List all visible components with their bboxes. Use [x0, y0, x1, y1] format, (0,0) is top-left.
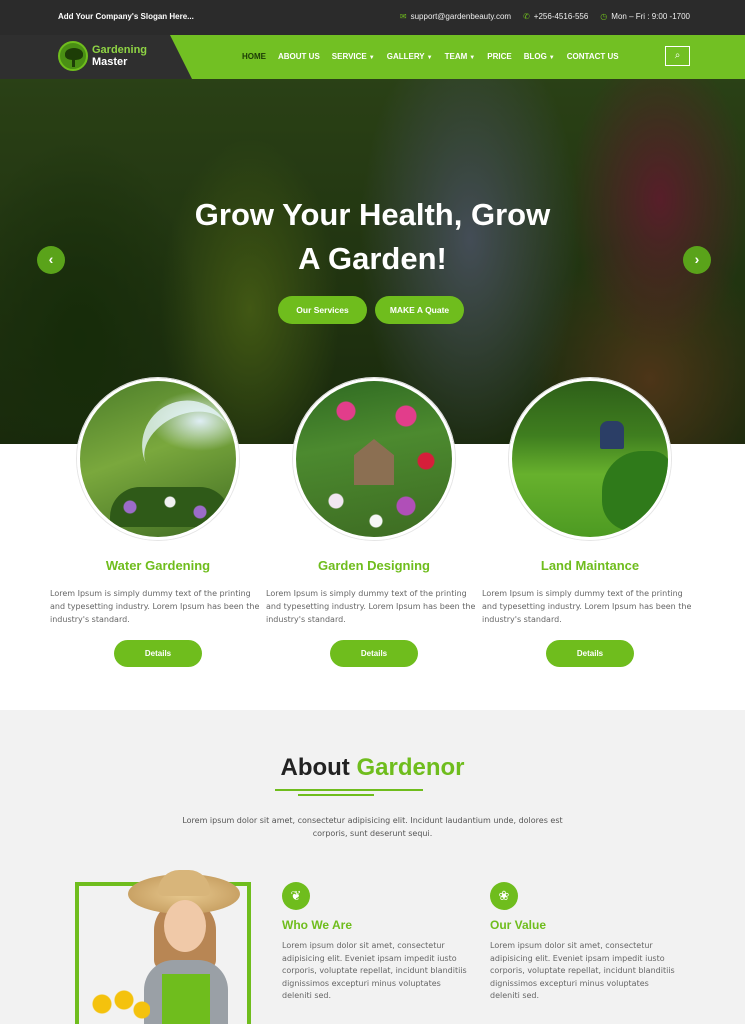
hours-text: Mon – Fri : 9:00 -1700 [611, 12, 690, 21]
email-text: support@gardenbeauty.com [410, 12, 512, 21]
chevron-left-icon: ‹ [48, 251, 54, 267]
details-button[interactable]: Details [330, 640, 418, 667]
service-card: Garden Designing Lorem Ipsum is simply d… [266, 378, 482, 667]
feature-who-we-are: ❦ Who We Are Lorem ipsum dolor sit amet,… [282, 882, 472, 1003]
service-card: Water Gardening Lorem Ipsum is simply du… [50, 378, 266, 667]
search-icon: ⌕ [674, 50, 681, 61]
service-title: Land Maintance [540, 558, 640, 573]
clock-icon: ◷ [600, 12, 608, 21]
nav-service-label: SERVICE [331, 52, 367, 61]
apron [162, 974, 210, 1024]
nav-home[interactable]: HOME [242, 52, 266, 61]
gardener [600, 421, 624, 449]
service-title: Garden Designing [318, 558, 430, 573]
nav-service[interactable]: SERVICE ▼ [332, 52, 375, 61]
our-services-button[interactable]: Our Services [278, 296, 367, 324]
land-maintance-image [509, 378, 671, 540]
main-menu: HOME ABOUT US SERVICE ▼ GALLERY ▼ TEAM ▼ PR… [242, 52, 619, 61]
water-spray [127, 385, 236, 497]
slogan-text: Add Your Company's Slogan Here... [58, 12, 194, 21]
nav-team[interactable]: TEAM ▼ [445, 52, 476, 61]
caret-down-icon: ▼ [548, 55, 555, 61]
nav-gallery[interactable]: GALLERY ▼ [387, 52, 433, 61]
hours-contact: ◷ Mon – Fri : 9:00 -1700 [600, 12, 690, 21]
make-a-quote-button[interactable]: MAKE A Quate [375, 296, 464, 324]
slider-next-button[interactable]: › [683, 246, 711, 274]
water-gardening-image [77, 378, 239, 540]
slider-prev-button[interactable]: ‹ [37, 246, 65, 274]
hero-title-line1: Grow Your Health, Grow [194, 197, 551, 232]
search-button[interactable]: ⌕ [665, 46, 690, 66]
nav-gallery-label: GALLERY [386, 52, 425, 61]
nav-team-label: TEAM [444, 52, 468, 61]
garden-designing-image [293, 378, 455, 540]
about-title: About Gardenor [0, 754, 745, 782]
about-title-a: About [280, 754, 350, 781]
about-title-b: Gardenor [356, 754, 465, 781]
feature-text: Lorem ipsum dolor sit amet, consectetur … [490, 941, 675, 1001]
leaf-icon: ❦ [282, 882, 310, 910]
feature-our-value: ❀ Our Value Lorem ipsum dolor sit amet, … [490, 882, 680, 1003]
service-text: Lorem Ipsum is simply dummy text of the … [50, 589, 260, 624]
nav-blog-label: BLOG [523, 52, 547, 61]
phone-contact[interactable]: ✆ +256-4516-556 [523, 12, 588, 21]
logo-line1: Gardening [92, 44, 148, 56]
service-title: Water Gardening [105, 558, 211, 573]
hero-title-line2: A Garden! [298, 241, 447, 276]
service-text: Lorem Ipsum is simply dummy text of the … [266, 589, 476, 624]
face [164, 900, 206, 952]
caret-down-icon: ▼ [469, 55, 476, 61]
envelope-icon: ✉ [399, 12, 407, 21]
details-button[interactable]: Details [546, 640, 634, 667]
title-underline-short [298, 794, 374, 796]
nav-contact-us[interactable]: CONTACT US [567, 52, 619, 61]
about-subtitle: Lorem ipsum dolor sit amet, consectetur … [182, 816, 563, 838]
feature-title: Who We Are [282, 918, 353, 932]
hedge [602, 451, 668, 531]
caret-down-icon: ▼ [426, 55, 433, 61]
logo-line2: Master [92, 56, 128, 68]
caret-down-icon: ▼ [368, 55, 375, 61]
value-icon: ❀ [490, 882, 518, 910]
email-contact[interactable]: ✉ support@gardenbeauty.com [400, 12, 511, 21]
service-card: Land Maintance Lorem Ipsum is simply dum… [482, 378, 698, 667]
phone-text: +256-4516-556 [533, 12, 589, 21]
feature-title: Our Value [490, 918, 547, 932]
top-bar: Add Your Company's Slogan Here... ✉ suppo… [0, 0, 745, 35]
hat-top [158, 870, 210, 896]
logo[interactable]: Gardening Master [58, 41, 147, 71]
flower-bed [110, 487, 230, 527]
nav-price[interactable]: PRICE [487, 52, 511, 61]
gardener-photo [90, 870, 244, 1024]
sunflowers [90, 990, 150, 1024]
chevron-right-icon: › [694, 251, 700, 267]
feature-text: Lorem ipsum dolor sit amet, consectetur … [282, 941, 467, 1001]
nav-about-us[interactable]: ABOUT US [278, 52, 320, 61]
contact-info: ✉ support@gardenbeauty.com ✆ +256-4516-556… [400, 12, 690, 21]
nav-blog[interactable]: BLOG ▼ [524, 52, 555, 61]
tree-logo-icon [58, 41, 88, 71]
phone-icon: ✆ [523, 12, 530, 21]
logo-text: Gardening Master [92, 44, 147, 68]
details-button[interactable]: Details [114, 640, 202, 667]
title-underline [275, 789, 423, 791]
service-text: Lorem Ipsum is simply dummy text of the … [482, 589, 692, 624]
